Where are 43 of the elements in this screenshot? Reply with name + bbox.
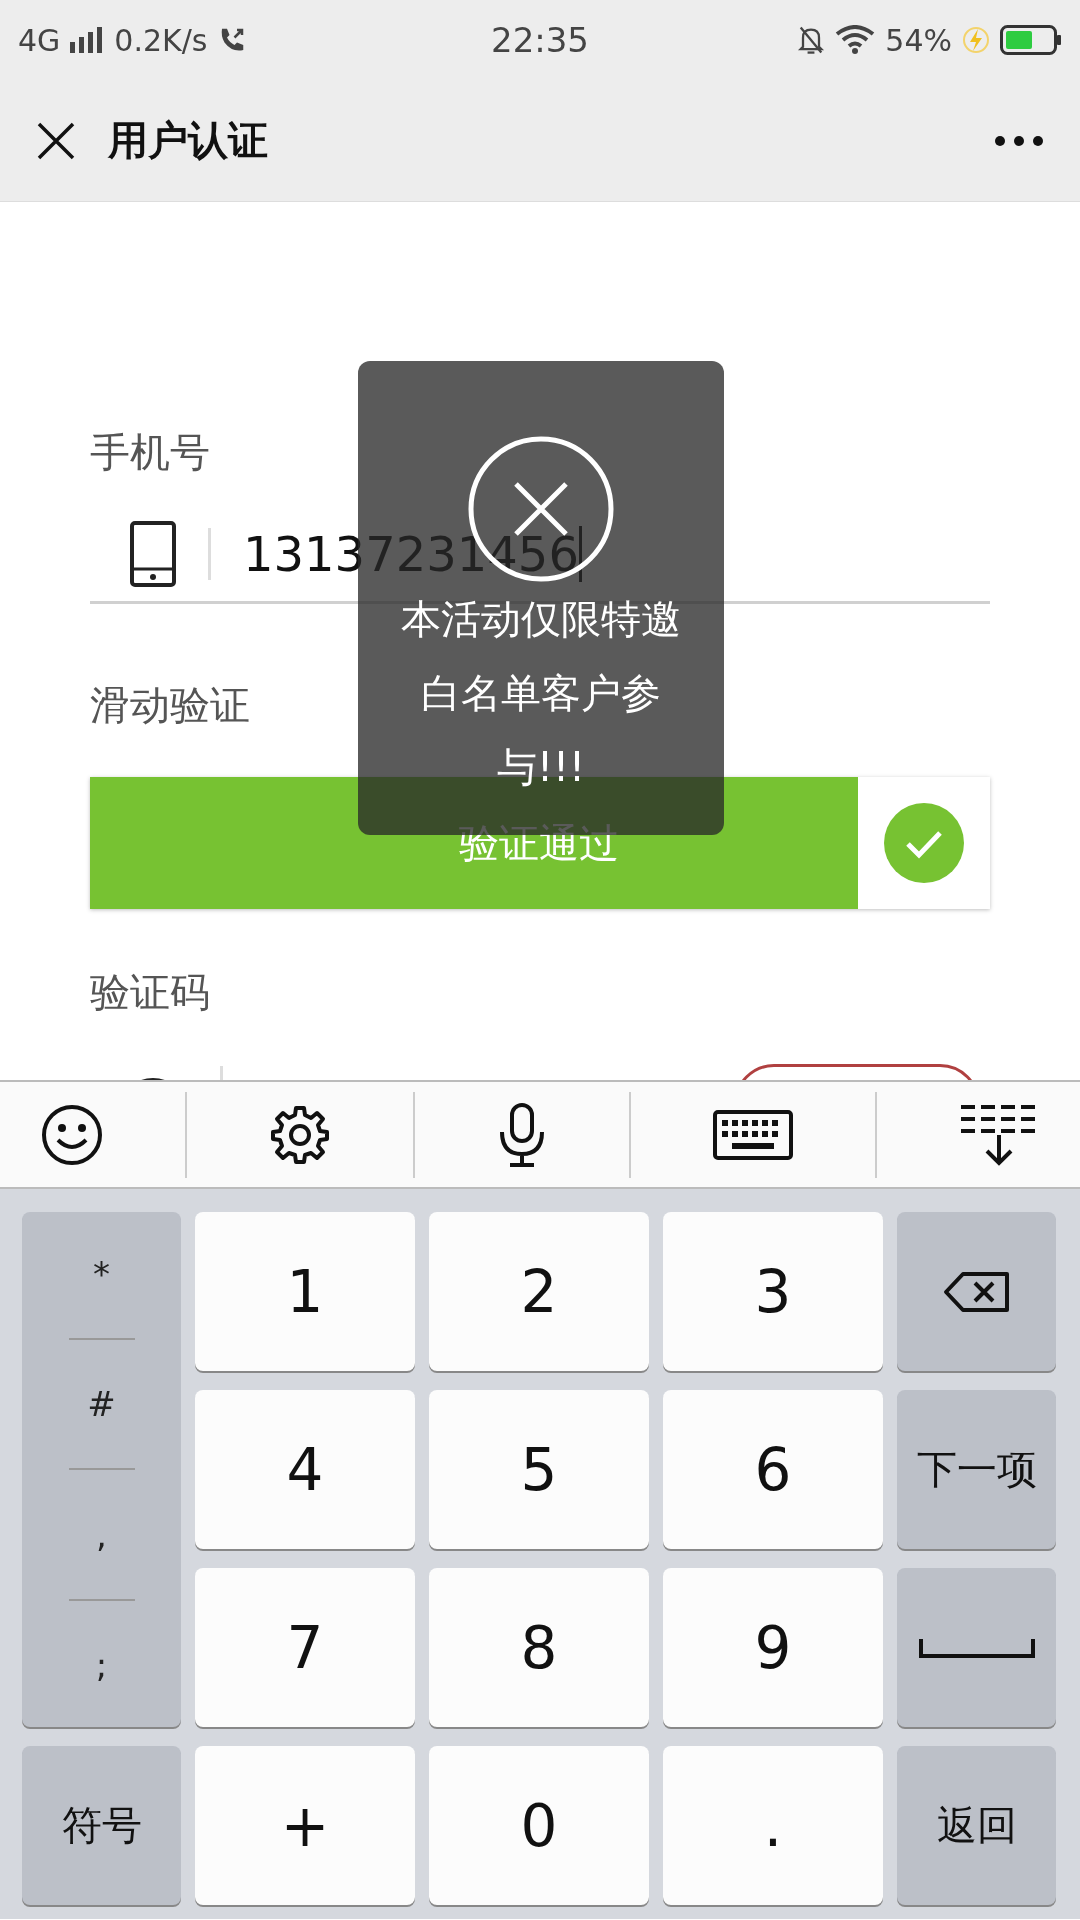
signal-icon (70, 27, 105, 53)
field-label: 手机号 (90, 428, 210, 477)
space-icon[interactable] (917, 1636, 1036, 1659)
charging-icon (962, 26, 990, 54)
keyboard-key[interactable]: 5 (429, 1390, 649, 1549)
emoji-icon[interactable] (41, 1103, 103, 1166)
network-speed: 0.2K/s (114, 22, 208, 58)
settings-icon[interactable] (269, 1103, 331, 1166)
page-title: 用户认证 (108, 116, 268, 165)
keyboard-key[interactable]: 6 (663, 1390, 883, 1549)
keyboard-key[interactable]: 4 (195, 1390, 415, 1549)
field-label: 滑动验证 (90, 681, 250, 730)
mobile-phone-icon (130, 521, 176, 587)
keyboard-key[interactable]: 0 (429, 1746, 649, 1905)
wifi-icon (835, 25, 876, 55)
keyboard-key[interactable]: . (663, 1746, 883, 1905)
symbol-key[interactable]: # (87, 1384, 116, 1425)
keyboard-key[interactable]: 3 (663, 1212, 883, 1371)
keyboard-key[interactable]: 1 (195, 1212, 415, 1371)
backspace-icon[interactable] (942, 1270, 1011, 1313)
keyboard-key[interactable]: 8 (429, 1568, 649, 1727)
battery-icon (1000, 25, 1062, 55)
network-type: 4G (18, 22, 61, 58)
keyboard-key[interactable]: 下一项 (897, 1390, 1056, 1549)
keyboard-key[interactable]: 符号 (22, 1746, 181, 1905)
symbol-column-key[interactable]: * # , ; (22, 1212, 181, 1727)
symbol-key[interactable]: , (96, 1514, 107, 1555)
keyboard-key[interactable]: + (195, 1746, 415, 1905)
clock-time: 22:35 (491, 20, 589, 60)
close-icon[interactable] (36, 120, 76, 161)
check-circle-icon[interactable] (884, 803, 964, 883)
microphone-icon[interactable] (497, 1101, 547, 1168)
symbol-key[interactable]: * (93, 1254, 110, 1295)
field-label: 验证码 (90, 968, 210, 1017)
keyboard-key[interactable]: 7 (195, 1568, 415, 1727)
keyboard-key[interactable]: 2 (429, 1212, 649, 1371)
symbol-key[interactable]: ; (95, 1644, 108, 1685)
keyboard-icon[interactable] (713, 1109, 793, 1160)
more-icon[interactable] (994, 134, 1044, 147)
keyboard-key[interactable]: 返回 (897, 1746, 1056, 1905)
battery-percent: 54% (885, 22, 952, 58)
bell-off-icon (797, 24, 826, 56)
keyboard-key[interactable]: 9 (663, 1568, 883, 1727)
